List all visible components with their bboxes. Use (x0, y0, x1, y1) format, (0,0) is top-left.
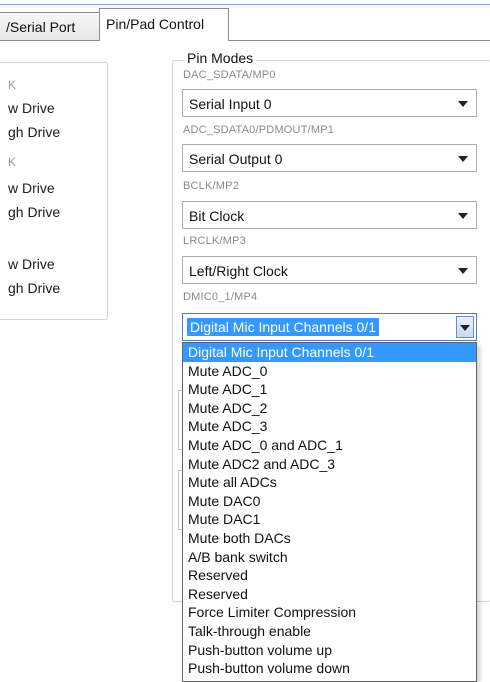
dropdown-option[interactable]: A/B bank switch (183, 548, 476, 567)
dropdown-option[interactable]: Mute both DACs (183, 529, 476, 548)
pin-label-mp3: LRCLK/MP3 (183, 235, 246, 247)
dropdown-option[interactable]: Talk-through enable (183, 622, 476, 641)
dropdown-option[interactable]: Mute ADC_0 (183, 362, 476, 381)
mp4-mode-select[interactable]: Digital Mic Input Channels 0/1 (182, 313, 477, 341)
pin-label-mp1: ADC_SDATA0/PDMOUT/MP1 (183, 124, 335, 136)
dropdown-option[interactable]: Mute DAC0 (183, 492, 476, 511)
pin-modes-title: Pin Modes (184, 50, 257, 66)
mp0-mode-value: Serial Input 0 (189, 96, 272, 112)
dropdown-option[interactable]: Force Limiter Compression (183, 603, 476, 622)
high-drive-radio[interactable]: gh Drive (8, 280, 60, 296)
dropdown-option[interactable]: Push-button volume up (183, 641, 476, 660)
dropdown-option[interactable]: Digital Mic Input Channels 0/1 (183, 343, 476, 362)
mp4-mode-dropdown-list[interactable]: Digital Mic Input Channels 0/1 Mute ADC_… (182, 342, 477, 682)
dropdown-option[interactable]: Mute ADC2 and ADC_3 (183, 455, 476, 474)
dropdown-option[interactable]: Mute ADC_1 (183, 380, 476, 399)
tab-pin-pad-control[interactable]: Pin/Pad Control (99, 8, 229, 41)
dropdown-option[interactable]: Reserved (183, 585, 476, 604)
mp1-mode-select[interactable]: Serial Output 0 (182, 144, 477, 172)
chevron-down-icon (458, 101, 468, 107)
mp1-mode-value: Serial Output 0 (189, 151, 283, 167)
low-drive-radio[interactable]: w Drive (8, 180, 55, 196)
dropdown-option[interactable]: Mute all ADCs (183, 473, 476, 492)
tab-divider (0, 40, 490, 41)
chevron-down-icon (458, 268, 468, 274)
group-caption: K (8, 78, 17, 92)
mp3-mode-select[interactable]: Left/Right Clock (182, 256, 477, 284)
mp2-mode-select[interactable]: Bit Clock (182, 201, 477, 229)
dropdown-button[interactable] (456, 316, 474, 338)
pin-label-mp2: BCLK/MP2 (183, 180, 240, 192)
dropdown-option[interactable]: Mute ADC_2 (183, 399, 476, 418)
dropdown-option[interactable]: Mute ADC_0 and ADC_1 (183, 436, 476, 455)
high-drive-radio[interactable]: gh Drive (8, 124, 60, 140)
chevron-down-icon (458, 213, 468, 219)
tab-serial-port[interactable]: /Serial Port (0, 12, 100, 40)
dropdown-option[interactable]: Push-button volume down (183, 659, 476, 678)
window-top-strip (0, 0, 490, 5)
chevron-down-icon (460, 325, 470, 331)
mp4-mode-value: Digital Mic Input Channels 0/1 (187, 318, 379, 336)
pin-label-mp4: DMIC0_1/MP4 (183, 291, 258, 303)
dropdown-option[interactable]: Mute ADC_3 (183, 417, 476, 436)
dropdown-option[interactable]: Mute DAC1 (183, 510, 476, 529)
mp3-mode-value: Left/Right Clock (189, 263, 288, 279)
mp0-mode-select[interactable]: Serial Input 0 (182, 89, 477, 117)
chevron-down-icon (458, 156, 468, 162)
low-drive-radio[interactable]: w Drive (8, 100, 55, 116)
low-drive-radio[interactable]: w Drive (8, 256, 55, 272)
group-caption: K (8, 155, 17, 169)
pin-label-mp0: DAC_SDATA/MP0 (183, 69, 276, 81)
high-drive-radio[interactable]: gh Drive (8, 204, 60, 220)
dropdown-option[interactable]: Reserved (183, 566, 476, 585)
mp2-mode-value: Bit Clock (189, 208, 245, 224)
